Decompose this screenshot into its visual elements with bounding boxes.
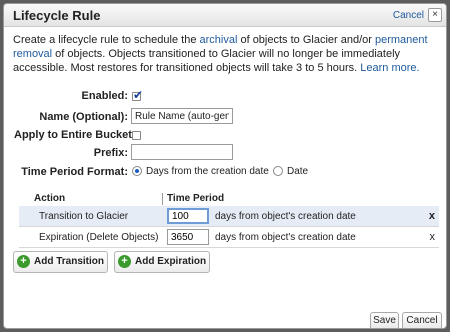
checkmark-icon: ✔ <box>133 88 144 102</box>
cancel-button[interactable]: Cancel <box>402 312 442 328</box>
rule-description: Create a lifecycle rule to schedule the … <box>13 33 441 75</box>
prefix-label: Prefix: <box>93 147 128 159</box>
date-radio[interactable] <box>273 166 283 176</box>
prefix-input[interactable] <box>131 144 233 160</box>
save-button[interactable]: Save <box>370 312 399 328</box>
remove-row-icon[interactable]: x <box>430 231 436 243</box>
description-text: Create a lifecycle rule to schedule the <box>13 34 200 46</box>
add-expiration-button[interactable]: + Add Expiration <box>114 251 210 273</box>
add-transition-button[interactable]: + Add Transition <box>13 251 108 273</box>
dialog-titlebar: Lifecycle Rule Cancel × <box>4 4 446 27</box>
enabled-label: Enabled: <box>81 90 128 102</box>
description-text: of objects to Glacier and/or <box>237 34 375 46</box>
row-action: Transition to Glacier <box>39 211 129 222</box>
titlebar-cancel-link[interactable]: Cancel <box>393 10 424 21</box>
lifecycle-rule-dialog: Lifecycle Rule Cancel × Create a lifecyc… <box>3 3 447 329</box>
learn-more-link[interactable]: Learn more. <box>360 62 419 74</box>
header-divider <box>162 193 163 205</box>
transition-table-header: Action Time Period <box>19 193 439 206</box>
apply-to-entire-bucket-checkbox[interactable] <box>132 131 141 140</box>
add-expiration-label: Add Expiration <box>135 256 207 267</box>
table-row: Transition to Glacier days from object's… <box>19 206 439 227</box>
close-icon[interactable]: × <box>428 8 442 22</box>
enabled-checkbox[interactable]: ✔ <box>132 88 143 102</box>
description-text: of objects. Objects transitioned to Glac… <box>13 48 401 74</box>
plus-icon: + <box>17 255 30 268</box>
apply-to-entire-bucket-label: Apply to Entire Bucket: <box>14 129 136 141</box>
dialog-title: Lifecycle Rule <box>13 8 101 23</box>
row-suffix: days from object's creation date <box>215 211 356 222</box>
name-input[interactable] <box>131 108 233 124</box>
col-action-header: Action <box>34 193 66 204</box>
remove-row-icon[interactable]: x <box>429 210 435 222</box>
plus-icon: + <box>118 255 131 268</box>
name-label: Name (Optional): <box>39 111 128 123</box>
days-from-creation-radio[interactable] <box>132 166 142 176</box>
time-period-format-label: Time Period Format: <box>21 166 128 178</box>
transition-days-input[interactable] <box>167 208 209 224</box>
archival-link[interactable]: archival <box>200 34 238 46</box>
row-suffix: days from object's creation date <box>215 232 356 243</box>
days-from-creation-label: Days from the creation date <box>146 166 269 177</box>
row-action: Expiration (Delete Objects) <box>39 232 159 243</box>
col-time-period-header: Time Period <box>167 193 225 204</box>
expiration-days-input[interactable] <box>167 229 209 245</box>
add-transition-label: Add Transition <box>34 256 104 267</box>
date-label: Date <box>287 166 309 177</box>
table-row: Expiration (Delete Objects) days from ob… <box>19 227 439 248</box>
